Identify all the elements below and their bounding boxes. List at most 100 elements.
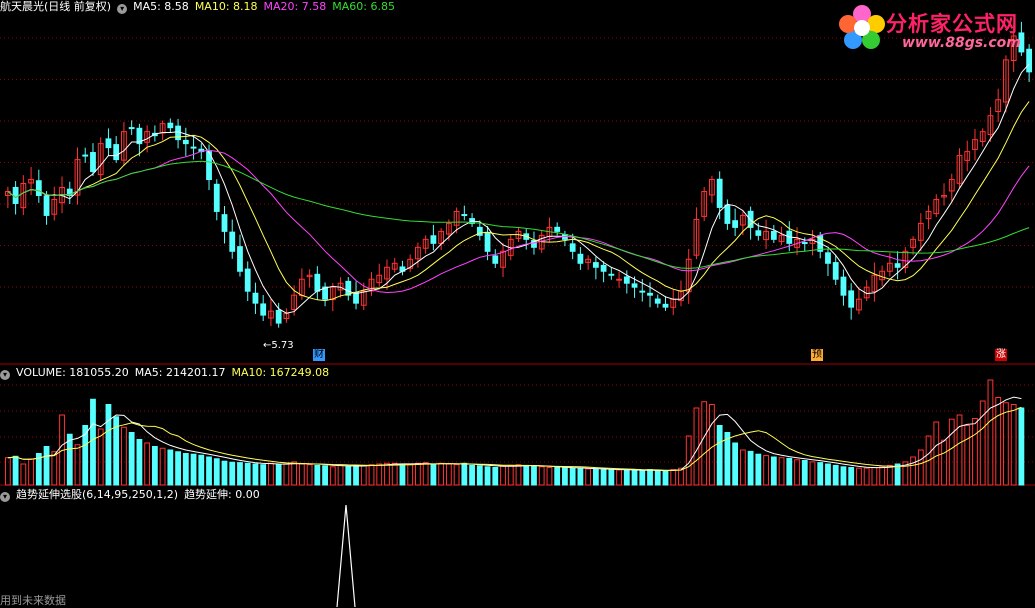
volume-bar: [4, 457, 11, 486]
volume-bar: [848, 467, 855, 486]
volume-bar: [631, 469, 638, 486]
candle: [484, 231, 491, 252]
ma10-line: [7, 101, 1030, 302]
volume-bar: [709, 404, 715, 486]
volume-bar: [43, 446, 50, 486]
volume-bar: [825, 463, 831, 486]
volume-bar: [879, 466, 886, 486]
ma-label-2: MA20: 7.58: [263, 0, 327, 13]
volume-bar: [28, 458, 34, 486]
volume-bar: [51, 451, 58, 486]
volume-bar: [391, 462, 398, 486]
volume-bar: [608, 469, 615, 486]
volume-bar: [298, 463, 305, 486]
candles: [4, 21, 1033, 328]
candle: [244, 268, 251, 292]
volume-bar: [956, 414, 963, 486]
candle: [577, 253, 584, 264]
ma-lines: [7, 63, 1030, 314]
volume-bar: [190, 453, 197, 486]
volume-bar: [415, 462, 421, 486]
volume-bar: [654, 470, 661, 486]
volume-bar: [430, 464, 437, 486]
volume-bar: [531, 465, 537, 486]
candle: [554, 226, 561, 232]
price-grid: [0, 37, 1035, 288]
volume-settings-icon[interactable]: ▾: [0, 370, 10, 380]
candle: [623, 276, 630, 284]
volume-bar: [747, 450, 754, 486]
volume-bar: [20, 463, 27, 486]
volume-bar: [206, 456, 212, 486]
volume-bar: [546, 467, 553, 486]
candle: [167, 122, 174, 129]
volume-bar: [701, 401, 708, 486]
candle: [275, 309, 282, 324]
volume-bar: [832, 464, 839, 486]
volume-bar: [198, 454, 205, 486]
candle: [832, 262, 839, 280]
volume-bar: [283, 463, 290, 486]
volume-bar: [840, 466, 847, 486]
candle: [461, 214, 468, 217]
candle: [592, 262, 599, 268]
volume-bar: [933, 421, 940, 486]
stock-title: 航天晨光(日线 前复权): [0, 0, 112, 13]
candle: [608, 273, 615, 276]
volume-bars: [4, 379, 1025, 486]
volume-bar: [151, 446, 158, 486]
volume-label: VOLUME: 181055.20: [16, 366, 129, 379]
volume-bar: [469, 464, 475, 486]
volume-header: ▾ VOLUME: 181055.20 MA5: 214201.17 MA10: 16…: [0, 366, 335, 380]
candle: [840, 276, 847, 296]
volume-bar: [306, 464, 313, 486]
candle: [770, 230, 777, 240]
candle: [43, 195, 50, 216]
candle: [492, 255, 499, 264]
candle: [190, 146, 197, 149]
volume-bar: [507, 464, 514, 486]
candle: [260, 303, 267, 316]
volume-bar: [786, 457, 793, 486]
volume-bar: [670, 469, 677, 486]
volume-bar: [515, 464, 522, 486]
candle: [732, 220, 739, 228]
candle: [345, 280, 352, 296]
volume-bar: [856, 467, 862, 486]
volume-bar: [662, 470, 669, 486]
candle: [35, 180, 42, 196]
indicator-value: 趋势延伸: 0.00: [184, 488, 260, 501]
volume-bar: [616, 469, 622, 486]
settings-icon[interactable]: ▾: [117, 4, 128, 14]
candle: [229, 231, 236, 252]
volume-bar: [886, 464, 893, 486]
volume-bar: [461, 462, 468, 486]
volume-bar: [244, 462, 251, 486]
volume-bar: [399, 463, 406, 486]
volume-bar: [322, 465, 328, 486]
badge-zhang[interactable]: 涨: [995, 349, 1007, 361]
volume-bar: [291, 461, 298, 486]
volume-bar: [453, 464, 460, 486]
ma-labels: MA5: 8.58 MA10: 8.18 MA20: 7.58 MA60: 6.85: [133, 0, 401, 13]
badge-yu[interactable]: 预: [811, 349, 823, 361]
volume-bar: [275, 464, 282, 486]
volume-bar: [90, 398, 96, 486]
indicator-spike: [336, 504, 356, 607]
volume-bar: [182, 453, 189, 486]
volume-bar: [121, 426, 127, 486]
candle: [237, 246, 243, 272]
volume-bar: [817, 462, 824, 486]
volume-bar: [484, 466, 491, 486]
badge-cai[interactable]: 财: [313, 349, 325, 361]
logo-title: 分析家公式网: [886, 12, 1018, 36]
indicator-settings-icon[interactable]: ▾: [0, 492, 10, 502]
candle: [314, 273, 321, 292]
volume-bar: [221, 460, 228, 486]
ma-label-3: MA60: 6.85: [332, 0, 395, 13]
volume-bar: [268, 462, 274, 486]
volume-bar: [1018, 407, 1025, 486]
volume-bar: [585, 468, 592, 486]
volume-bar: [1003, 402, 1009, 486]
volume-bar: [445, 463, 452, 486]
